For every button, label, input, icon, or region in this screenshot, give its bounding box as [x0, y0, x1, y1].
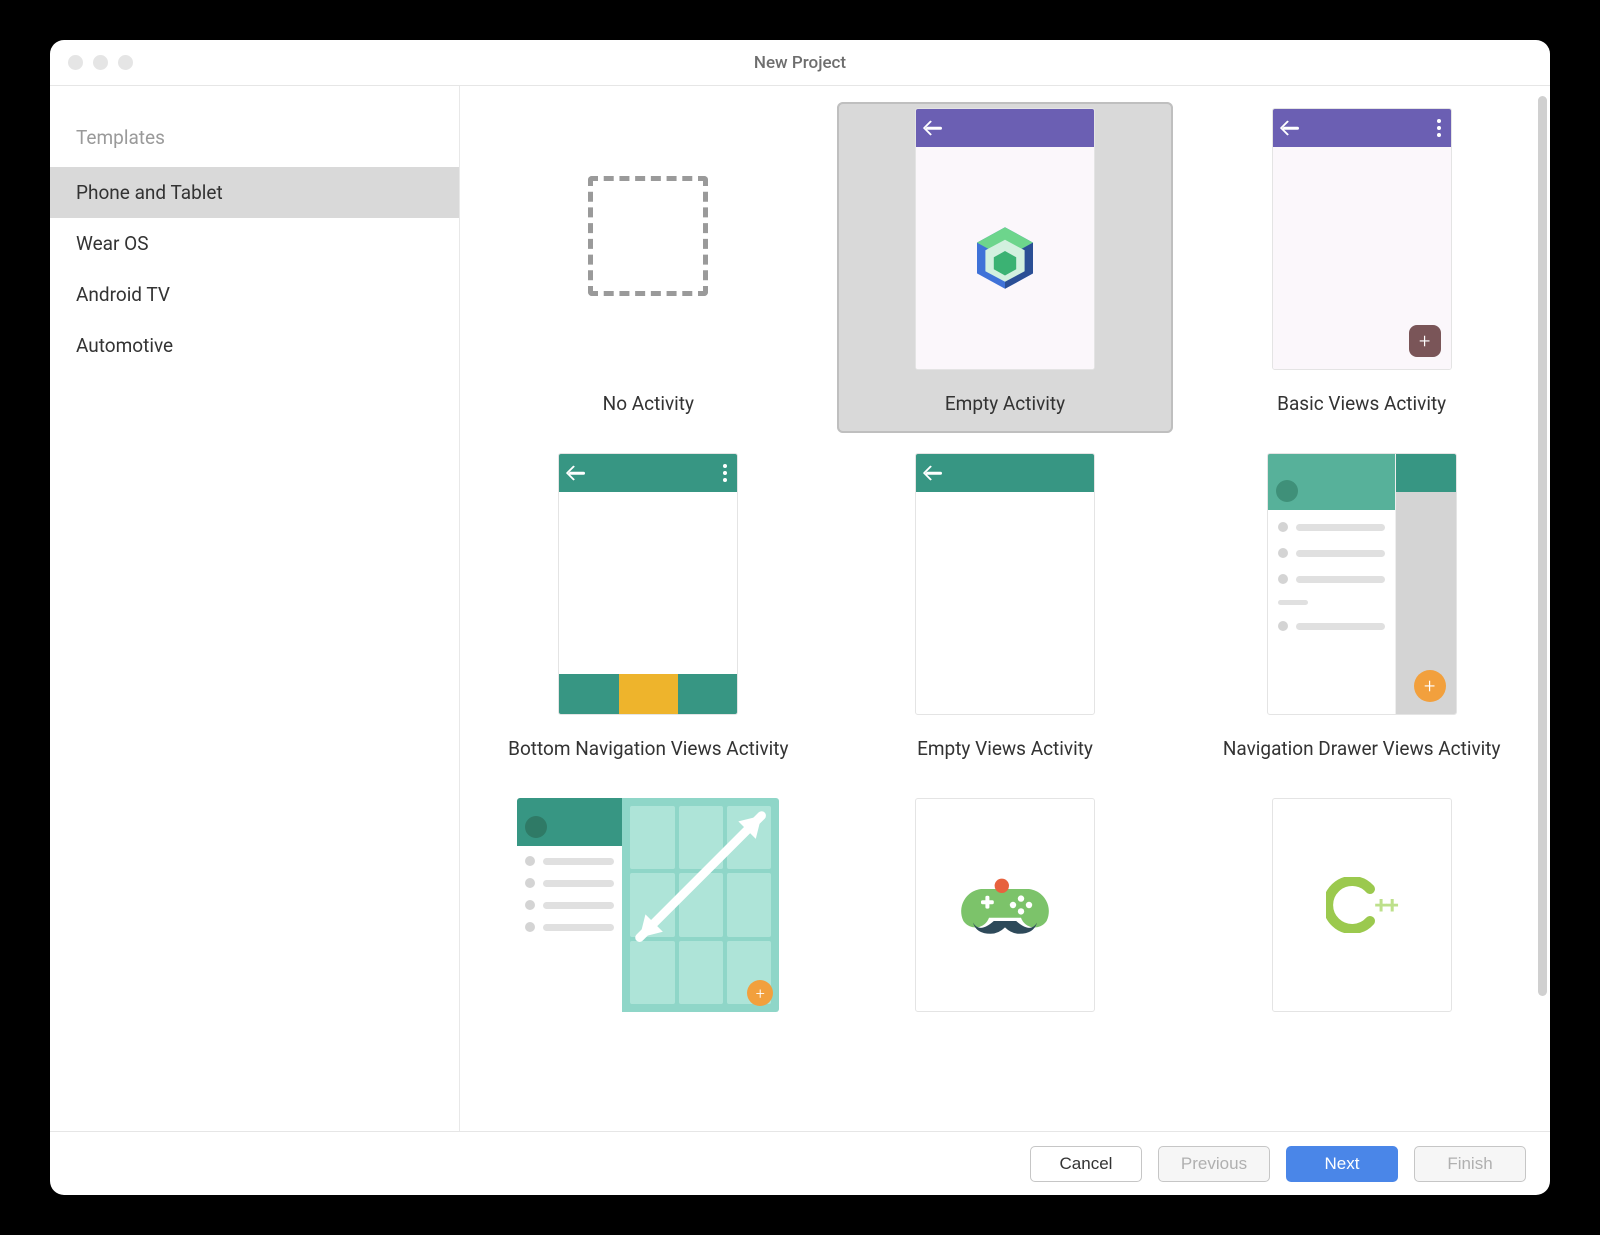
cancel-button[interactable]: Cancel [1030, 1146, 1142, 1182]
minimize-icon[interactable] [93, 55, 108, 70]
new-project-window: New Project Templates Phone and Tablet W… [50, 40, 1550, 1195]
template-label: Empty Views Activity [917, 737, 1093, 760]
sidebar-item-android-tv[interactable]: Android TV [50, 269, 459, 320]
template-empty-activity[interactable]: Empty Activity [837, 102, 1174, 433]
resize-grid-icon: + [622, 798, 779, 1012]
sidebar-item-automotive[interactable]: Automotive [50, 320, 459, 371]
templates-grid: No Activity [480, 102, 1530, 1052]
back-arrow-icon [926, 119, 944, 137]
templates-sidebar: Templates Phone and Tablet Wear OS Andro… [50, 86, 460, 1131]
zoom-icon[interactable] [118, 55, 133, 70]
template-label: Navigation Drawer Views Activity [1223, 737, 1501, 760]
fab-add-icon: + [1409, 325, 1441, 357]
dashed-placeholder-icon [588, 176, 708, 296]
template-thumbnail [915, 453, 1095, 715]
appbar-icon [1273, 109, 1451, 147]
template-empty-views-activity[interactable]: Empty Views Activity [837, 447, 1174, 778]
overflow-menu-icon [723, 464, 727, 482]
template-thumbnail [915, 798, 1095, 1012]
dialog-footer: Cancel Previous Next Finish [50, 1131, 1550, 1195]
appbar-icon [916, 109, 1094, 147]
template-navigation-drawer-views-activity[interactable]: + Navigation Drawer Views Activity [1193, 447, 1530, 778]
template-native-cpp[interactable]: ++ [1193, 792, 1530, 1052]
appbar-icon [916, 454, 1094, 492]
back-arrow-icon [1283, 119, 1301, 137]
template-responsive-views-activity[interactable]: + [480, 792, 817, 1052]
template-thumbnail [558, 453, 738, 715]
template-thumbnail: ++ [1272, 798, 1452, 1012]
template-thumbnail [915, 108, 1095, 370]
fab-add-icon: + [1414, 670, 1446, 702]
template-game-activity[interactable] [837, 792, 1174, 1052]
template-no-activity[interactable]: No Activity [480, 102, 817, 433]
templates-pane[interactable]: No Activity [460, 86, 1550, 1131]
overflow-menu-icon [1437, 119, 1441, 137]
cpp-icon: ++ [1326, 877, 1396, 933]
game-controller-icon [957, 870, 1053, 940]
next-button[interactable]: Next [1286, 1146, 1398, 1182]
sidebar-item-wear-os[interactable]: Wear OS [50, 218, 459, 269]
template-thumbnail: + [517, 798, 779, 1012]
compose-logo-icon [916, 147, 1094, 369]
scrollbar[interactable] [1538, 96, 1547, 996]
sidebar-header: Templates [50, 126, 459, 167]
bottom-nav-icon [559, 674, 737, 714]
drawer-icon [1268, 454, 1396, 714]
sidebar-item-phone-and-tablet[interactable]: Phone and Tablet [50, 167, 459, 218]
template-thumbnail [558, 108, 738, 370]
template-bottom-navigation-views-activity[interactable]: Bottom Navigation Views Activity [480, 447, 817, 778]
dialog-body: Templates Phone and Tablet Wear OS Andro… [50, 86, 1550, 1131]
template-label: No Activity [603, 392, 694, 415]
back-arrow-icon [569, 464, 587, 482]
appbar-icon [559, 454, 737, 492]
template-label: Basic Views Activity [1277, 392, 1446, 415]
back-arrow-icon [926, 464, 944, 482]
finish-button[interactable]: Finish [1414, 1146, 1526, 1182]
window-title: New Project [50, 53, 1550, 73]
close-icon[interactable] [68, 55, 83, 70]
template-label: Empty Activity [945, 392, 1065, 415]
template-thumbnail: + [1267, 453, 1457, 715]
window-controls [50, 55, 133, 70]
previous-button[interactable]: Previous [1158, 1146, 1270, 1182]
template-thumbnail: + [1272, 108, 1452, 370]
template-label: Bottom Navigation Views Activity [508, 737, 788, 760]
template-basic-views-activity[interactable]: + Basic Views Activity [1193, 102, 1530, 433]
titlebar: New Project [50, 40, 1550, 86]
